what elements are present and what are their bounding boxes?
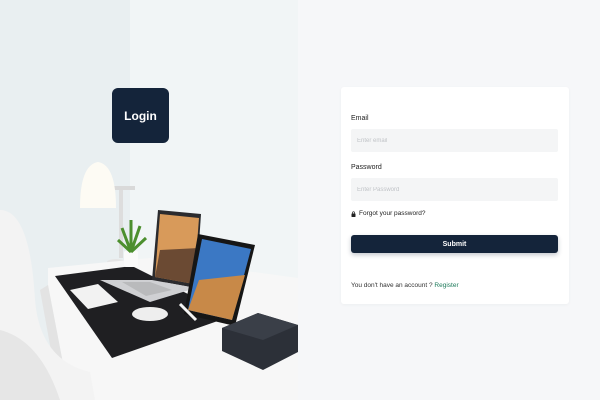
login-badge: Login bbox=[112, 88, 169, 143]
password-label: Password bbox=[351, 164, 382, 171]
forgot-password-label: Forgot your password? bbox=[359, 210, 426, 217]
workspace-photo bbox=[0, 0, 298, 400]
login-form-card: Email Password Forgot your password? Sub… bbox=[341, 87, 569, 304]
password-field[interactable] bbox=[351, 178, 558, 201]
lock-icon bbox=[351, 210, 356, 217]
submit-button[interactable]: Submit bbox=[351, 235, 558, 253]
register-link[interactable]: Register bbox=[434, 282, 458, 289]
no-account-text: You don't have an account ? bbox=[351, 282, 433, 289]
email-field[interactable] bbox=[351, 129, 558, 152]
register-prompt: You don't have an account ? Register bbox=[351, 282, 459, 289]
forgot-password-link[interactable]: Forgot your password? bbox=[351, 210, 425, 217]
email-label: Email bbox=[351, 115, 369, 122]
hero-image-panel: Login bbox=[0, 0, 298, 400]
